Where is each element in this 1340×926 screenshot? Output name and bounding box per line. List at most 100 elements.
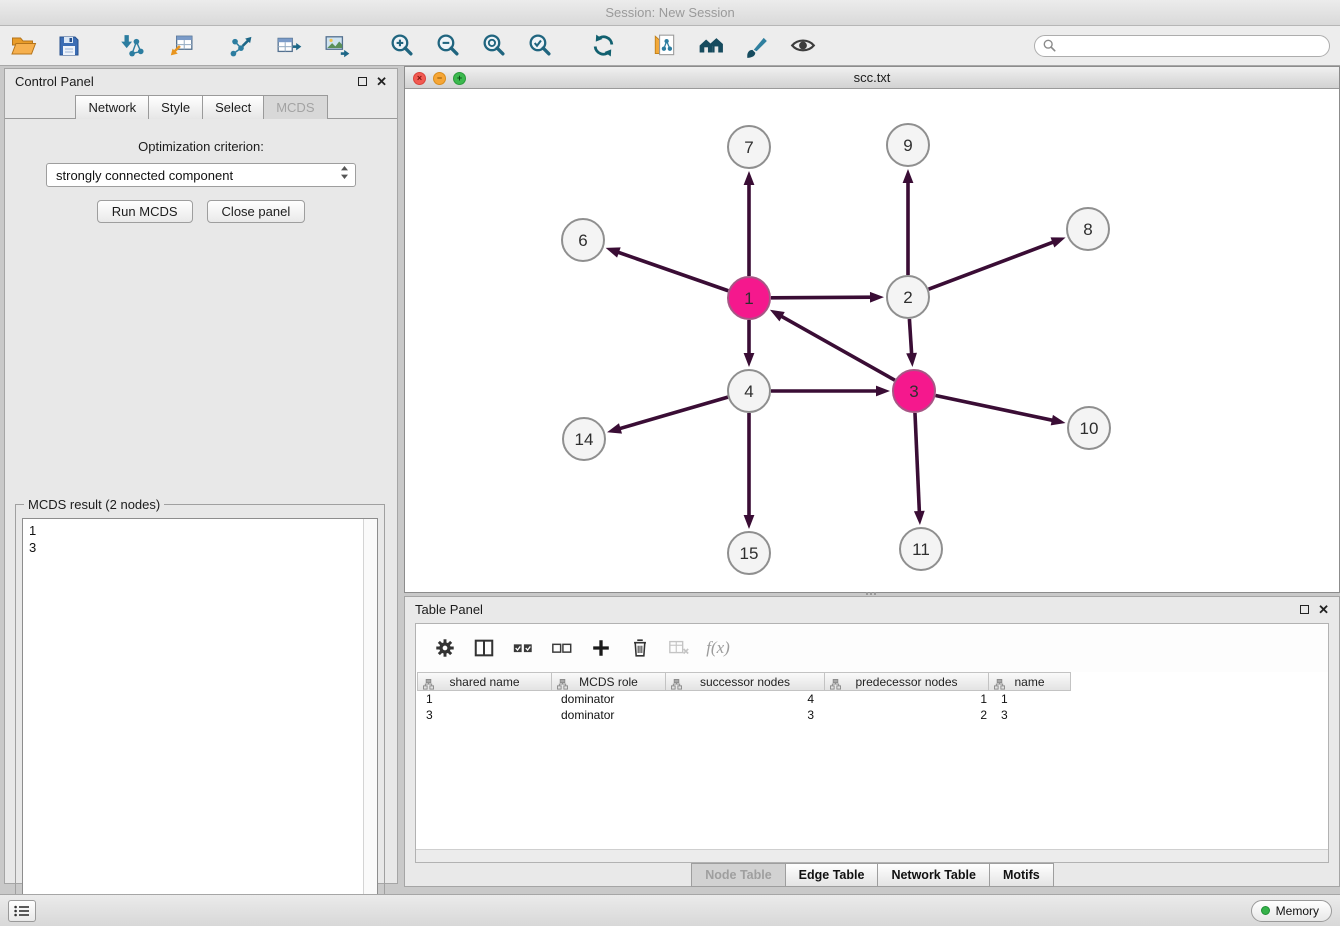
tab-network-table[interactable]: Network Table: [877, 863, 990, 887]
float-panel-icon[interactable]: [358, 77, 367, 86]
apply-style-icon[interactable]: [742, 31, 772, 61]
graph-edge-arrowhead: [876, 386, 890, 397]
tab-network[interactable]: Network: [75, 95, 149, 119]
close-panel-icon[interactable]: ✕: [1318, 603, 1329, 616]
graph-edge-3-11[interactable]: [915, 413, 919, 513]
apply-preferred-layout-icon[interactable]: [588, 31, 618, 61]
graph-node-label: 10: [1080, 419, 1099, 438]
close-panel-icon[interactable]: ✕: [376, 75, 387, 88]
mcds-result-value: 1: [29, 522, 357, 539]
cell-predecessor-nodes: 1: [828, 691, 993, 707]
show-network-overview-icon[interactable]: [696, 31, 726, 61]
close-panel-button[interactable]: Close panel: [207, 200, 306, 223]
tab-motifs[interactable]: Motifs: [989, 863, 1054, 887]
graph-edge-1-6[interactable]: [617, 252, 728, 291]
memory-label: Memory: [1276, 904, 1319, 918]
graph-edge-arrowhead: [903, 169, 914, 183]
window-titlebar[interactable]: Session: New Session: [0, 0, 1340, 26]
graph-edge-4-14[interactable]: [619, 397, 728, 429]
import-network-from-file-icon[interactable]: [116, 31, 146, 61]
cell-predecessor-nodes: 2: [828, 707, 993, 723]
search-icon: [1043, 39, 1056, 52]
status-bar: Memory: [0, 894, 1340, 926]
table-header-row: shared name MCDS role successor nodes pr…: [416, 672, 1328, 691]
cell-shared-name: 3: [418, 707, 553, 723]
window-minimize-icon[interactable]: −: [433, 72, 446, 85]
column-type-icon: [994, 677, 1005, 695]
task-history-button[interactable]: [8, 900, 36, 922]
export-image-icon[interactable]: [322, 31, 352, 61]
toolbar-search: [1034, 35, 1330, 57]
graph-edge-2-3[interactable]: [909, 319, 911, 355]
tab-edge-table[interactable]: Edge Table: [785, 863, 879, 887]
graph-edge-arrowhead: [914, 511, 925, 525]
column-header-shared-name[interactable]: shared name: [417, 672, 552, 691]
graph-edge-3-1[interactable]: [780, 316, 894, 381]
save-session-icon[interactable]: [54, 31, 84, 61]
window-close-icon[interactable]: ×: [413, 72, 426, 85]
memory-status-icon: [1261, 906, 1270, 915]
tab-mcds[interactable]: MCDS: [263, 95, 327, 119]
table-panel: Table Panel ✕: [404, 596, 1340, 887]
network-window-titlebar[interactable]: × − + scc.txt: [405, 67, 1339, 89]
table-toolbar: f(x): [416, 624, 1328, 672]
cell-mcds-role: dominator: [553, 691, 668, 707]
export-table-icon[interactable]: [274, 31, 304, 61]
open-file-icon[interactable]: [8, 31, 38, 61]
import-table-from-file-icon[interactable]: [166, 31, 196, 61]
delete-column-icon[interactable]: [627, 635, 653, 661]
cell-successor-nodes: 3: [668, 707, 828, 723]
create-network-from-selection-icon[interactable]: [650, 31, 680, 61]
float-panel-icon[interactable]: [1300, 605, 1309, 614]
control-panel-title: Control Panel: [15, 74, 94, 89]
column-header-successor-nodes[interactable]: successor nodes: [665, 672, 825, 691]
zoom-out-icon[interactable]: [432, 31, 462, 61]
main-toolbar: [0, 26, 1340, 66]
horizontal-scrollbar[interactable]: [416, 849, 1328, 862]
tab-style[interactable]: Style: [148, 95, 203, 119]
column-header-predecessor-nodes[interactable]: predecessor nodes: [824, 672, 989, 691]
add-column-icon[interactable]: [588, 635, 614, 661]
list-icon: [14, 905, 30, 917]
optimization-criterion-label: Optimization criterion:: [5, 139, 397, 154]
column-type-icon: [423, 677, 434, 695]
cell-name: 1: [993, 691, 1076, 707]
mcds-result-area[interactable]: 1 3: [22, 518, 378, 926]
deselect-all-icon[interactable]: [549, 635, 575, 661]
network-canvas[interactable]: 7968124314101511: [405, 89, 1339, 592]
result-scrollbar[interactable]: [363, 519, 377, 926]
network-view-window: × − + scc.txt 7968124314101511: [404, 66, 1340, 593]
table-panel-tabs: Node Table Edge Table Network Table Moti…: [405, 863, 1339, 887]
zoom-in-icon[interactable]: [386, 31, 416, 61]
cell-shared-name: 1: [418, 691, 553, 707]
export-network-icon[interactable]: [226, 31, 256, 61]
column-header-mcds-role[interactable]: MCDS role: [551, 672, 666, 691]
graph-edge-arrowhead: [606, 247, 621, 257]
graph-edge-1-2[interactable]: [771, 297, 872, 298]
show-hide-graphics-details-icon[interactable]: [788, 31, 818, 61]
search-input[interactable]: [1061, 38, 1321, 53]
table-row[interactable]: 1 dominator 4 1 1: [416, 691, 1328, 707]
column-type-icon: [557, 677, 568, 695]
select-all-icon[interactable]: [510, 635, 536, 661]
graph-node-label: 11: [912, 540, 930, 559]
memory-button[interactable]: Memory: [1251, 900, 1332, 922]
graph-edge-2-8[interactable]: [929, 242, 1055, 290]
graph-node-label: 6: [578, 231, 587, 250]
graph-node-label: 9: [903, 136, 912, 155]
tab-select[interactable]: Select: [202, 95, 264, 119]
graph-edge-arrowhead: [744, 171, 755, 185]
zoom-selected-icon[interactable]: [524, 31, 554, 61]
run-mcds-button[interactable]: Run MCDS: [97, 200, 193, 223]
column-header-name[interactable]: name: [988, 672, 1071, 691]
table-row[interactable]: 3 dominator 3 2 3: [416, 707, 1328, 723]
criterion-select[interactable]: strongly connected component: [46, 163, 356, 187]
cell-mcds-role: dominator: [553, 707, 668, 723]
graph-edge-3-10[interactable]: [936, 396, 1054, 421]
zoom-fit-content-icon[interactable]: [478, 31, 508, 61]
window-zoom-icon[interactable]: +: [453, 72, 466, 85]
split-view-icon[interactable]: [471, 635, 497, 661]
settings-gear-icon[interactable]: [432, 635, 458, 661]
table-panel-title: Table Panel: [415, 602, 483, 617]
tab-node-table[interactable]: Node Table: [691, 863, 785, 887]
